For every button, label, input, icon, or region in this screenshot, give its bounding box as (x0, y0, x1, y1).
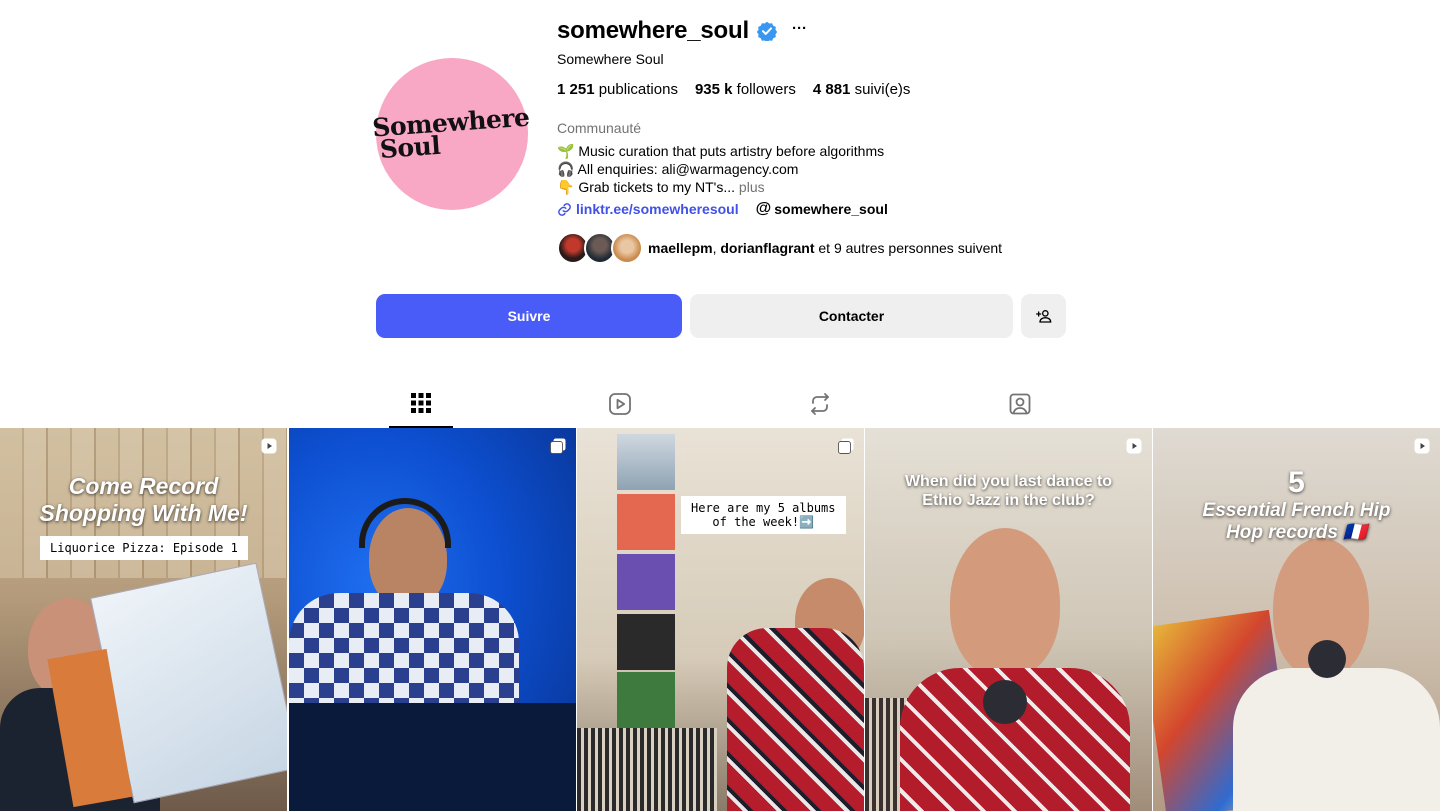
post-number: 5 (1288, 466, 1305, 499)
reposts-icon (811, 393, 829, 415)
post-caption-line: Come Record (68, 473, 219, 499)
carousel-icon (838, 438, 854, 454)
following-label: suivi(e)s (854, 81, 911, 98)
follow-button[interactable]: Suivre (376, 294, 682, 338)
post-tile[interactable]: Come Record Shopping With Me! Liquorice … (0, 428, 287, 811)
album-cover (617, 672, 675, 728)
post-tile[interactable]: 5 Essential French Hip Hop records 🇫🇷 (1153, 428, 1440, 811)
reel-icon (1126, 438, 1142, 454)
mutual-name: maellepm (648, 240, 713, 256)
reel-icon (261, 438, 277, 454)
mutual-followers-text: maellepm, dorianflagrant et 9 autres per… (648, 240, 1002, 256)
mutual-avatars (557, 232, 643, 264)
verified-badge-icon (756, 21, 778, 43)
external-link-text: linktr.ee/somewheresoul (576, 201, 739, 217)
profile-tabs (0, 380, 1440, 428)
external-link[interactable]: linktr.ee/somewheresoul (557, 201, 739, 217)
microphone (983, 680, 1027, 724)
tab-posts[interactable] (389, 380, 453, 428)
post-label: Liquorice Pizza: Episode 1 (40, 536, 248, 560)
headphones (359, 498, 451, 548)
threads-icon: @ (755, 200, 772, 217)
tab-reposts[interactable] (788, 380, 852, 428)
album-cover (617, 494, 675, 550)
followers-count: 935 k (694, 81, 733, 98)
album-cover (617, 614, 675, 670)
person-head (950, 528, 1060, 678)
post-caption: Essential French Hip Hop records 🇫🇷 (1153, 500, 1440, 544)
following-stat[interactable]: 4 881 suivi(e)s (813, 81, 911, 98)
bio-line: 🎧 All enquiries: ali@warmagency.com (557, 161, 799, 177)
followers-stat[interactable]: 935 k followers (695, 81, 796, 98)
post-label: Here are my 5 albums of the week!➡️ (681, 496, 846, 534)
carousel-icon (550, 438, 566, 454)
posts-label: publications (598, 81, 678, 98)
links-row: linktr.ee/somewheresoul @ somewhere_soul (557, 200, 888, 218)
post-caption-line: Essential French Hip (1202, 500, 1391, 521)
person-body (1233, 668, 1440, 811)
tab-tagged[interactable] (988, 380, 1052, 428)
tab-reels[interactable] (588, 380, 652, 428)
post-caption-line: Shopping With Me! (39, 500, 248, 526)
threads-handle: somewhere_soul (774, 201, 888, 217)
mutual-name: dorianflagrant (720, 240, 815, 256)
add-user-icon (1035, 310, 1051, 323)
post-caption-line: Ethio Jazz in the club? (922, 492, 1095, 509)
avatar-logo: Somewhere Soul (372, 103, 532, 164)
profile-info: somewhere_soul ··· Somewhere Soul 1 251 … (557, 16, 1077, 264)
post-tile[interactable]: Here are my 5 albums of the week!➡️ (577, 428, 864, 811)
mutual-rest: et 9 autres personnes suivent (814, 240, 1003, 256)
suggested-accounts-button[interactable] (1021, 294, 1066, 338)
dj-mixer (289, 703, 576, 811)
tagged-icon (1009, 393, 1031, 415)
post-label-line: Here are my 5 albums (691, 501, 836, 515)
bio: 🌱 Music curation that puts artistry befo… (557, 142, 884, 196)
name-row: somewhere_soul ··· (557, 16, 1077, 46)
post-label-line: of the week!➡️ (712, 515, 815, 529)
profile-stats: 1 251 publications 935 k followers 4 881… (557, 81, 927, 98)
profile-avatar[interactable]: Somewhere Soul (372, 58, 531, 210)
bio-more-link[interactable]: plus (739, 179, 765, 195)
posts-stat: 1 251 publications (557, 81, 678, 98)
threads-link[interactable]: @ somewhere_soul (756, 200, 888, 218)
post-tile[interactable] (289, 428, 576, 811)
contact-button[interactable]: Contacter (690, 294, 1013, 338)
post-tile[interactable]: When did you last dance to Ethio Jazz in… (865, 428, 1152, 811)
followers-label: followers (736, 81, 796, 98)
mutual-followers[interactable]: maellepm, dorianflagrant et 9 autres per… (557, 232, 1002, 264)
posts-grid: Come Record Shopping With Me! Liquorice … (0, 428, 1440, 811)
full-name: Somewhere Soul (557, 51, 664, 67)
bio-line: 🌱 Music curation that puts artistry befo… (557, 143, 885, 159)
more-options-button[interactable]: ··· (792, 20, 807, 37)
person-body (727, 628, 864, 811)
reel-icon (1414, 438, 1430, 454)
link-icon (558, 202, 571, 216)
vinyl-collection (577, 728, 717, 811)
posts-count: 1 251 (557, 81, 595, 98)
username: somewhere_soul (557, 17, 749, 44)
profile-category: Communauté (557, 120, 642, 136)
grid-icon (411, 393, 431, 413)
reels-icon (609, 393, 631, 415)
following-count: 4 881 (812, 81, 851, 98)
post-caption-line: When did you last dance to (904, 473, 1113, 490)
bio-line-text: 👇 Grab tickets to my NT's... (557, 179, 736, 195)
post-caption-line: Hop records 🇫🇷 (1226, 522, 1367, 543)
post-caption: Come Record Shopping With Me! (0, 473, 287, 527)
album-cover (617, 554, 675, 610)
microphone (1308, 640, 1346, 678)
post-caption: When did you last dance to Ethio Jazz in… (865, 472, 1152, 510)
bio-line-truncated: 👇 Grab tickets to my NT's... plus (557, 178, 884, 196)
album-cover (617, 434, 675, 490)
mutual-avatar (611, 232, 643, 264)
